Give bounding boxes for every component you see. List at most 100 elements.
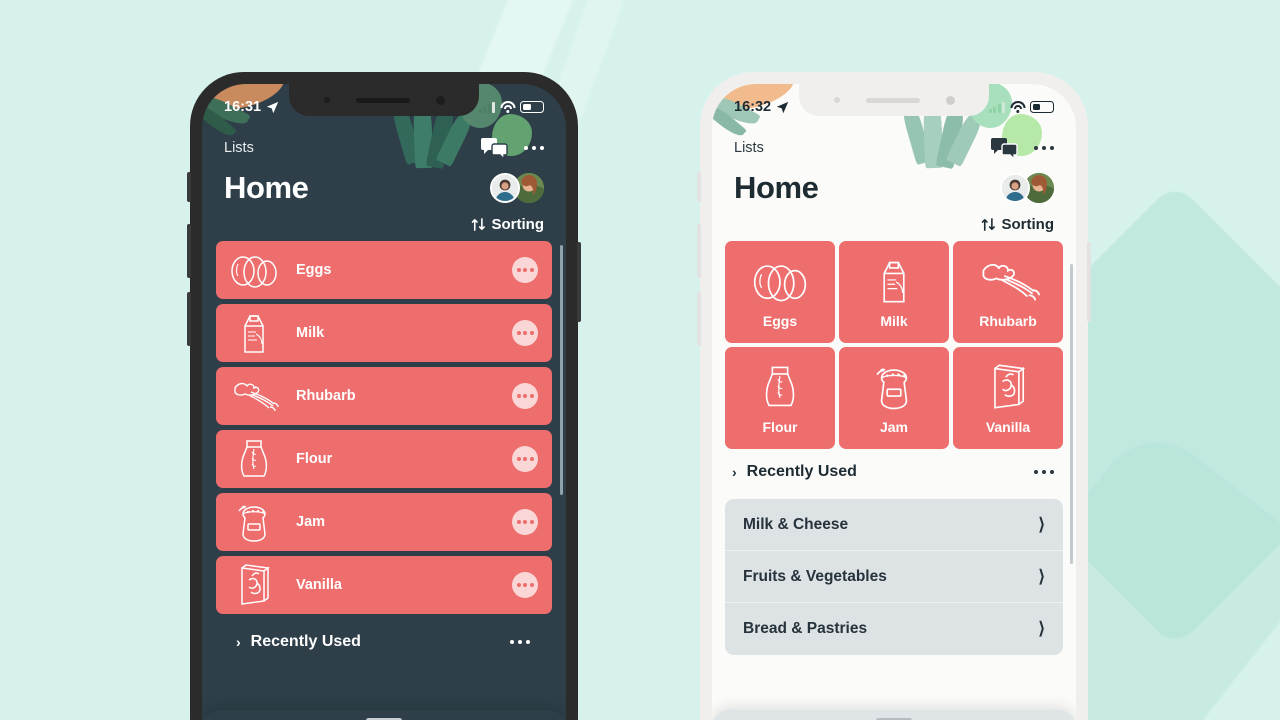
volume-down-button[interactable] — [697, 292, 701, 346]
recently-used-section-header[interactable]: › Recently Used — [216, 619, 552, 661]
grid-item-label: Milk — [880, 313, 908, 329]
more-horizontal-icon[interactable] — [509, 639, 530, 645]
more-horizontal-icon[interactable] — [512, 257, 538, 283]
more-horizontal-icon[interactable] — [1033, 469, 1054, 475]
more-horizontal-icon[interactable] — [512, 320, 538, 346]
page-title: Home — [734, 170, 819, 205]
title-row: Home — [202, 164, 566, 206]
recently-used-section-header[interactable]: › Recently Used — [712, 449, 1076, 491]
grid-item[interactable]: Rhubarb — [953, 241, 1063, 343]
breadcrumb[interactable]: Lists — [224, 140, 254, 156]
rhubarb-icon — [226, 374, 282, 418]
page-title: Home — [224, 170, 309, 205]
more-horizontal-icon[interactable] — [512, 572, 538, 598]
app-ui: 16:32 Lists Home Sorting Eggs Milk Rhuba… — [712, 84, 1076, 720]
grid-item-label: Vanilla — [985, 419, 1031, 435]
battery-icon — [1030, 101, 1054, 113]
grid-item[interactable]: Flour — [725, 347, 835, 449]
jam-icon — [226, 500, 282, 544]
screenshot-canvas: 16:31 Lists Home Sorting Eggs Milk Rhuba… — [0, 0, 1280, 720]
add-item-sheet[interactable] — [712, 710, 1076, 720]
status-bar-right — [988, 101, 1054, 113]
volume-down-button[interactable] — [187, 292, 191, 346]
vanilla-icon — [985, 361, 1031, 413]
items-list[interactable]: Eggs Milk Rhubarb Flour Jam Vanilla › Re… — [202, 241, 566, 720]
app-ui: 16:31 Lists Home Sorting Eggs Milk Rhuba… — [202, 84, 566, 720]
title-row: Home — [712, 164, 1076, 206]
status-bar: 16:31 — [202, 84, 566, 130]
grid-container: Eggs Milk Rhubarb Flour Jam Vanilla — [725, 241, 1063, 449]
flour-icon — [758, 361, 802, 413]
grid-item[interactable]: Jam — [839, 347, 949, 449]
grid-item[interactable]: Eggs — [725, 241, 835, 343]
sort-arrows-icon — [471, 217, 486, 232]
chevron-right-icon[interactable]: ⟩ — [1038, 567, 1045, 587]
list-item[interactable]: Vanilla — [216, 556, 552, 614]
mute-switch[interactable] — [697, 172, 701, 202]
chevron-right-icon[interactable]: ⟩ — [1038, 515, 1045, 535]
phone-mockup-light: 16:32 Lists Home Sorting Eggs Milk Rhuba… — [697, 72, 1091, 720]
grid-item-label: Flour — [762, 419, 798, 435]
category-list[interactable]: Milk & Cheese ⟩ Fruits & Vegetables ⟩ Br… — [725, 499, 1063, 655]
category-row[interactable]: Milk & Cheese ⟩ — [725, 499, 1063, 551]
status-bar-right — [478, 101, 544, 113]
items-grid[interactable]: Eggs Milk Rhubarb Flour Jam Vanilla — [712, 241, 1076, 449]
more-horizontal-icon[interactable] — [523, 145, 544, 151]
scrollbar[interactable] — [1070, 264, 1073, 564]
chat-bubbles-icon[interactable] — [480, 138, 508, 159]
section-label: Recently Used — [746, 463, 857, 480]
more-horizontal-icon[interactable] — [512, 509, 538, 535]
avatar[interactable] — [1000, 173, 1030, 203]
jam-icon — [868, 361, 920, 413]
grid-item-label: Rhubarb — [979, 313, 1037, 329]
chevron-right-icon[interactable]: ⟩ — [1038, 619, 1045, 639]
more-horizontal-icon[interactable] — [512, 446, 538, 472]
volume-up-button[interactable] — [697, 224, 701, 278]
breadcrumb[interactable]: Lists — [734, 140, 764, 156]
list-item[interactable]: Eggs — [216, 241, 552, 299]
volume-up-button[interactable] — [187, 224, 191, 278]
wifi-icon — [1010, 101, 1025, 113]
chevron-right-icon[interactable]: › — [732, 464, 737, 480]
cellular-signal-icon — [478, 101, 495, 113]
eggs-icon — [226, 248, 282, 292]
grid-item[interactable]: Milk — [839, 241, 949, 343]
phone-mockup-dark: 16:31 Lists Home Sorting Eggs Milk Rhuba… — [187, 72, 581, 720]
list-item-label: Rhubarb — [296, 388, 356, 404]
grid-item[interactable]: Vanilla — [953, 347, 1063, 449]
category-row[interactable]: Bread & Pastries ⟩ — [725, 603, 1063, 655]
grid-item-label: Eggs — [762, 313, 798, 329]
milk-icon — [872, 255, 916, 307]
member-avatars[interactable] — [490, 173, 544, 203]
phone-screen: 16:32 Lists Home Sorting Eggs Milk Rhuba… — [712, 84, 1076, 720]
list-item[interactable]: Flour — [216, 430, 552, 488]
more-horizontal-icon[interactable] — [1033, 145, 1054, 151]
member-avatars[interactable] — [1000, 173, 1054, 203]
list-item-label: Vanilla — [296, 577, 342, 593]
nav-bar: Lists — [202, 130, 566, 164]
nav-actions — [480, 138, 544, 159]
list-item[interactable]: Rhubarb — [216, 367, 552, 425]
status-bar-time: 16:32 — [734, 99, 772, 115]
sorting-control[interactable]: Sorting — [202, 206, 566, 241]
chat-bubbles-icon[interactable] — [990, 138, 1018, 159]
mute-switch[interactable] — [187, 172, 191, 202]
power-button[interactable] — [577, 242, 581, 322]
scrollbar[interactable] — [560, 245, 563, 495]
chevron-right-icon[interactable]: › — [236, 634, 241, 650]
list-item-label: Eggs — [296, 262, 332, 278]
sorting-label: Sorting — [1001, 216, 1055, 233]
earpiece-speaker — [865, 97, 920, 103]
avatar[interactable] — [490, 173, 520, 203]
sorting-control[interactable]: Sorting — [712, 206, 1076, 241]
list-item[interactable]: Milk — [216, 304, 552, 362]
list-item[interactable]: Jam — [216, 493, 552, 551]
more-horizontal-icon[interactable] — [512, 383, 538, 409]
add-item-sheet[interactable] — [202, 710, 566, 720]
proximity-sensor — [833, 97, 840, 103]
flour-icon — [226, 437, 282, 481]
section-label: Recently Used — [250, 633, 361, 650]
category-row[interactable]: Fruits & Vegetables ⟩ — [725, 551, 1063, 603]
power-button[interactable] — [1087, 242, 1091, 322]
status-bar-time: 16:31 — [224, 99, 262, 115]
